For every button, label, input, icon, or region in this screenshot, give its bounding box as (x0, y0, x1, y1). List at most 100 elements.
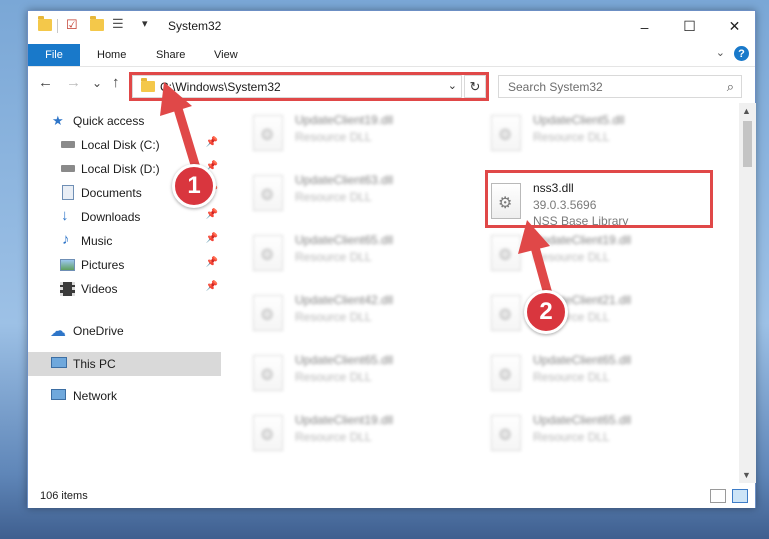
scroll-up-icon[interactable]: ▲ (742, 106, 751, 116)
folder-icon (38, 16, 52, 31)
sidebar-item-label: Videos (81, 282, 118, 296)
status-bar: 106 items (28, 485, 755, 508)
file-type: Resource DLL (295, 370, 372, 384)
drive-icon (61, 141, 75, 148)
recent-locations-button[interactable]: ⌄ (92, 76, 102, 90)
documents-icon (62, 185, 74, 200)
file-name: UpdateClient19.dll (295, 113, 394, 127)
scrollbar-thumb[interactable] (743, 121, 752, 167)
dll-file-icon (253, 355, 283, 391)
maximize-button[interactable]: ☐ (667, 11, 712, 42)
close-button[interactable]: ✕ (712, 11, 757, 42)
details-view-icon[interactable] (710, 489, 726, 503)
step-2-badge: 2 (524, 290, 568, 334)
search-box[interactable]: Search System32 ⌕ (498, 75, 742, 98)
videos-icon (60, 282, 75, 296)
file-name: UpdateClient65.dll (533, 353, 632, 367)
new-folder-icon[interactable] (90, 16, 104, 31)
file-name: UpdateClient19.dll (295, 413, 394, 427)
tab-share[interactable]: Share (156, 49, 185, 61)
pin-icon[interactable]: 📌 (206, 233, 218, 244)
sidebar-item-label: Downloads (81, 210, 141, 224)
list-item[interactable]: UpdateClient19.dll Resource DLL (249, 409, 469, 457)
dll-file-icon (491, 355, 521, 391)
vertical-scrollbar[interactable]: ▲ ▼ (739, 103, 756, 483)
list-item[interactable]: UpdateClient19.dll Resource DLL (487, 229, 707, 277)
sidebar-item-label: Local Disk (C:) (81, 138, 160, 152)
window-title: System32 (168, 19, 222, 33)
customize-toolbar-icon[interactable]: ☰ (112, 16, 126, 31)
pin-icon[interactable]: 📌 (206, 281, 218, 292)
dll-file-icon (491, 415, 521, 451)
file-name: UpdateClient19.dll (533, 233, 632, 247)
pictures-icon (60, 259, 75, 271)
item-count: 106 items (40, 490, 88, 502)
large-icons-view-icon[interactable] (732, 489, 748, 503)
back-button[interactable]: ← (38, 74, 53, 91)
up-button[interactable]: ↑ (112, 74, 120, 91)
search-icon: ⌕ (726, 79, 734, 94)
expand-ribbon-icon[interactable]: ⌄ (716, 46, 725, 59)
file-type: Resource DLL (295, 130, 372, 144)
sidebar-item-quick-access[interactable]: ★ Quick access (28, 109, 221, 133)
sidebar-item-music[interactable]: ♪ Music 📌 (28, 229, 221, 253)
sidebar-item-this-pc[interactable]: This PC (28, 352, 221, 376)
sidebar-item-local-disk-c[interactable]: Local Disk (C:) 📌 (28, 133, 221, 157)
list-item[interactable]: UpdateClient65.dll Resource DLL (249, 229, 469, 277)
sidebar-item-label: Local Disk (D:) (81, 162, 160, 176)
sidebar-item-onedrive[interactable]: ☁ OneDrive (28, 319, 221, 343)
search-input[interactable]: Search System32 (508, 80, 603, 94)
list-item[interactable]: UpdateClient65.dll Resource DLL (487, 409, 707, 457)
properties-icon[interactable]: ☑ (66, 17, 80, 32)
file-type: Resource DLL (295, 430, 372, 444)
dll-file-icon (253, 115, 283, 151)
list-item[interactable]: UpdateClient5.dll Resource DLL (487, 109, 707, 157)
sidebar-item-label: Network (73, 389, 118, 403)
computer-icon (51, 357, 67, 368)
file-type: Resource DLL (533, 430, 610, 444)
pin-icon[interactable]: 📌 (206, 257, 218, 268)
file-explorer-window: ☑ ☰ ▾ System32 – ☐ ✕ File Home Share Vie… (27, 10, 756, 508)
minimize-button[interactable]: – (622, 11, 667, 42)
file-list: UpdateClient19.dll Resource DLL UpdateCl… (223, 103, 739, 483)
dll-file-icon (253, 415, 283, 451)
list-item[interactable]: UpdateClient19.dll Resource DLL (249, 109, 469, 157)
dll-file-icon (491, 115, 521, 151)
file-name: UpdateClient5.dll (533, 113, 625, 127)
file-type: Resource DLL (295, 250, 372, 264)
tab-file[interactable]: File (28, 44, 80, 66)
list-item[interactable]: UpdateClient42.dll Resource DLL (249, 289, 469, 337)
sidebar-item-pictures[interactable]: Pictures 📌 (28, 253, 221, 277)
sidebar-item-downloads[interactable]: ↓ Downloads 📌 (28, 205, 221, 229)
qat-dropdown-icon[interactable]: ▾ (142, 17, 156, 30)
file-name: UpdateClient65.dll (533, 413, 632, 427)
file-type: Resource DLL (295, 190, 372, 204)
file-type: Resource DLL (533, 370, 610, 384)
drive-icon (61, 165, 75, 172)
list-item[interactable]: UpdateClient65.dll Resource DLL (487, 349, 707, 397)
step-1-badge: 1 (172, 164, 216, 208)
tab-view[interactable]: View (214, 49, 238, 61)
network-icon (51, 389, 66, 400)
downloads-icon: ↓ (61, 207, 69, 224)
file-name: UpdateClient65.dll (295, 353, 394, 367)
file-name: UpdateClient42.dll (295, 293, 394, 307)
navigation-pane: ★ Quick access Local Disk (C:) 📌 Local D… (28, 103, 221, 483)
file-type: Resource DLL (295, 310, 372, 324)
forward-button[interactable]: → (66, 74, 81, 91)
tab-home[interactable]: Home (97, 49, 126, 61)
dll-file-icon (253, 235, 283, 271)
address-highlight-box (129, 72, 489, 101)
pin-icon[interactable]: 📌 (206, 209, 218, 220)
list-item[interactable]: UpdateClient63.dll Resource DLL (249, 169, 469, 217)
dll-file-icon (491, 235, 521, 271)
title-bar: ☑ ☰ ▾ System32 – ☐ ✕ (28, 11, 755, 42)
sidebar-item-videos[interactable]: Videos 📌 (28, 277, 221, 301)
help-icon[interactable]: ? (734, 46, 749, 61)
scroll-down-icon[interactable]: ▼ (742, 470, 751, 480)
list-item[interactable]: UpdateClient65.dll Resource DLL (249, 349, 469, 397)
sidebar-item-network[interactable]: Network (28, 384, 221, 408)
list-item[interactable]: UpdateClient21.dll Resource DLL (487, 289, 707, 337)
pin-icon[interactable]: 📌 (206, 137, 218, 148)
toolbar-separator (57, 19, 58, 33)
